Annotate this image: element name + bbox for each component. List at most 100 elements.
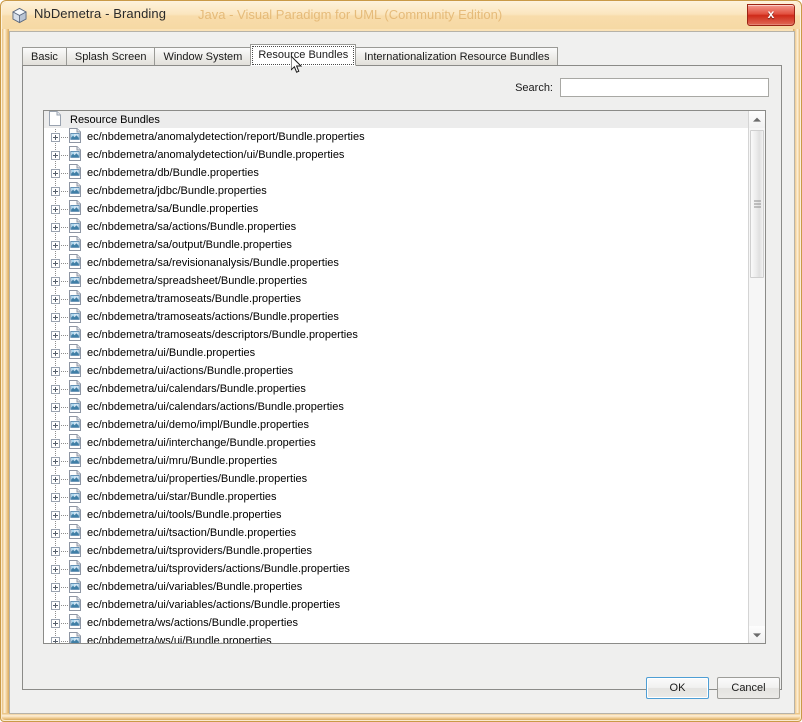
tree-item-row[interactable]: ec/nbdemetra/ui/tsproviders/Bundle.prope… (44, 542, 749, 560)
plus-expand-icon[interactable] (51, 528, 60, 538)
tree-item-label: ec/nbdemetra/tramoseats/Bundle.propertie… (87, 293, 302, 305)
tab-internationalization-resource-bundles[interactable]: Internationalization Resource Bundles (355, 47, 559, 66)
search-row: Search: (515, 78, 769, 97)
tree-connector (61, 316, 68, 318)
tree-item-row[interactable]: ec/nbdemetra/tramoseats/descriptors/Bund… (44, 326, 749, 344)
tree-item-row[interactable]: ec/nbdemetra/ws/actions/Bundle.propertie… (44, 614, 749, 632)
tree-item-row[interactable]: ec/nbdemetra/sa/output/Bundle.properties (44, 236, 749, 254)
tree-item-row[interactable]: ec/nbdemetra/spreadsheet/Bundle.properti… (44, 272, 749, 290)
tab-strip: Basic Splash Screen Window System Resour… (22, 44, 559, 66)
tree-item-row[interactable]: ec/nbdemetra/tramoseats/Bundle.propertie… (44, 290, 749, 308)
plus-expand-icon[interactable] (51, 366, 60, 376)
plus-expand-icon[interactable] (51, 546, 60, 556)
properties-file-icon (68, 578, 82, 596)
plus-expand-icon[interactable] (51, 330, 60, 340)
tree-item-row[interactable]: ec/nbdemetra/anomalydetection/report/Bun… (44, 128, 749, 146)
properties-file-icon (68, 632, 82, 643)
tree-connector (61, 496, 68, 498)
properties-file-icon (68, 218, 82, 236)
plus-expand-icon[interactable] (51, 618, 60, 628)
cancel-button[interactable]: Cancel (717, 677, 780, 699)
tree-item-row[interactable]: ec/nbdemetra/ui/variables/actions/Bundle… (44, 596, 749, 614)
tab-window-system[interactable]: Window System (154, 47, 252, 66)
tree-item-row[interactable]: ec/nbdemetra/tramoseats/actions/Bundle.p… (44, 308, 749, 326)
tree-item-label: ec/nbdemetra/sa/Bundle.properties (87, 203, 259, 215)
plus-expand-icon[interactable] (51, 492, 60, 502)
tab-resource-bundles[interactable]: Resource Bundles (250, 44, 357, 66)
plus-expand-icon[interactable] (51, 582, 60, 592)
plus-expand-icon[interactable] (51, 150, 60, 160)
properties-file-icon (68, 452, 82, 470)
plus-expand-icon[interactable] (51, 474, 60, 484)
tree-item-row[interactable]: ec/nbdemetra/ui/calendars/Bundle.propert… (44, 380, 749, 398)
tree-viewport[interactable]: Resource Bundles ec/nbdemetra/anomalydete… (44, 111, 749, 643)
tree-item-row[interactable]: ec/nbdemetra/ui/demo/impl/Bundle.propert… (44, 416, 749, 434)
scrollbar-thumb[interactable] (750, 130, 764, 278)
plus-expand-icon[interactable] (51, 276, 60, 286)
tree-vertical-scrollbar[interactable] (748, 111, 765, 643)
plus-expand-icon[interactable] (51, 384, 60, 394)
plus-expand-icon[interactable] (51, 402, 60, 412)
plus-expand-icon[interactable] (51, 258, 60, 268)
plus-expand-icon[interactable] (51, 204, 60, 214)
scroll-up-arrow-icon[interactable] (749, 111, 765, 128)
tree-item-row[interactable]: ec/nbdemetra/jdbc/Bundle.properties (44, 182, 749, 200)
tree-item-row[interactable]: ec/nbdemetra/ui/mru/Bundle.properties (44, 452, 749, 470)
plus-expand-icon[interactable] (51, 420, 60, 430)
plus-expand-icon[interactable] (51, 438, 60, 448)
scroll-down-arrow-icon[interactable] (749, 626, 765, 643)
title-bar: NbDemetra - Branding Java - Visual Parad… (2, 2, 800, 29)
tree-item-row[interactable]: ec/nbdemetra/ui/properties/Bundle.proper… (44, 470, 749, 488)
plus-expand-icon[interactable] (51, 636, 60, 643)
tree-item-row[interactable]: ec/nbdemetra/ui/tsproviders/actions/Bund… (44, 560, 749, 578)
tree-item-row[interactable]: ec/nbdemetra/ui/calendars/actions/Bundle… (44, 398, 749, 416)
tab-basic[interactable]: Basic (22, 47, 67, 66)
tree-root-row[interactable]: Resource Bundles (44, 111, 749, 128)
plus-expand-icon[interactable] (51, 186, 60, 196)
tree-item-row[interactable]: ec/nbdemetra/ui/Bundle.properties (44, 344, 749, 362)
properties-file-icon (68, 290, 82, 308)
tree-connector (61, 550, 68, 552)
tree-connector (61, 226, 68, 228)
plus-expand-icon[interactable] (51, 600, 60, 610)
tree-connector (61, 388, 68, 390)
tree-item-row[interactable]: ec/nbdemetra/sa/Bundle.properties (44, 200, 749, 218)
tree-item-row[interactable]: ec/nbdemetra/sa/revisionanalysis/Bundle.… (44, 254, 749, 272)
tree-item-row[interactable]: ec/nbdemetra/db/Bundle.properties (44, 164, 749, 182)
tree-item-label: ec/nbdemetra/db/Bundle.properties (87, 167, 259, 179)
tab-label: Resource Bundles (258, 49, 349, 61)
plus-expand-icon[interactable] (51, 456, 60, 466)
plus-expand-icon[interactable] (51, 168, 60, 178)
tree-item-row[interactable]: ec/nbdemetra/ui/tools/Bundle.properties (44, 506, 749, 524)
tree-connector (61, 262, 68, 264)
tree-item-row[interactable]: ec/nbdemetra/anomalydetection/ui/Bundle.… (44, 146, 749, 164)
close-button[interactable]: x (747, 4, 795, 26)
properties-file-icon (68, 200, 82, 218)
tree-item-label: ec/nbdemetra/ws/actions/Bundle.propertie… (87, 617, 298, 629)
window-frame-left (2, 29, 9, 715)
plus-expand-icon[interactable] (51, 510, 60, 520)
tree-item-row[interactable]: ec/nbdemetra/ui/tsaction/Bundle.properti… (44, 524, 749, 542)
window-frame-bottom (2, 713, 800, 720)
plus-expand-icon[interactable] (51, 348, 60, 358)
tree-item-row[interactable]: ec/nbdemetra/ui/variables/Bundle.propert… (44, 578, 749, 596)
plus-expand-icon[interactable] (51, 132, 60, 142)
plus-expand-icon[interactable] (51, 222, 60, 232)
tree-connector (61, 190, 68, 192)
ok-button[interactable]: OK (646, 677, 709, 699)
plus-expand-icon[interactable] (51, 564, 60, 574)
search-input[interactable] (560, 78, 769, 97)
plus-expand-icon[interactable] (51, 294, 60, 304)
tree-item-row[interactable]: ec/nbdemetra/ui/star/Bundle.properties (44, 488, 749, 506)
plus-expand-icon[interactable] (51, 312, 60, 322)
tree-item-row[interactable]: ec/nbdemetra/ui/interchange/Bundle.prope… (44, 434, 749, 452)
properties-file-icon (68, 272, 82, 290)
tree-item-row[interactable]: ec/nbdemetra/ws/ui/Bundle.properties (44, 632, 749, 643)
tree-item-row[interactable]: ec/nbdemetra/sa/actions/Bundle.propertie… (44, 218, 749, 236)
plus-expand-icon[interactable] (51, 240, 60, 250)
properties-file-icon (68, 362, 82, 380)
tree-item-label: ec/nbdemetra/ws/ui/Bundle.properties (87, 635, 272, 643)
tab-splash-screen[interactable]: Splash Screen (65, 47, 156, 66)
tree-connector (61, 136, 68, 138)
tree-item-row[interactable]: ec/nbdemetra/ui/actions/Bundle.propertie… (44, 362, 749, 380)
